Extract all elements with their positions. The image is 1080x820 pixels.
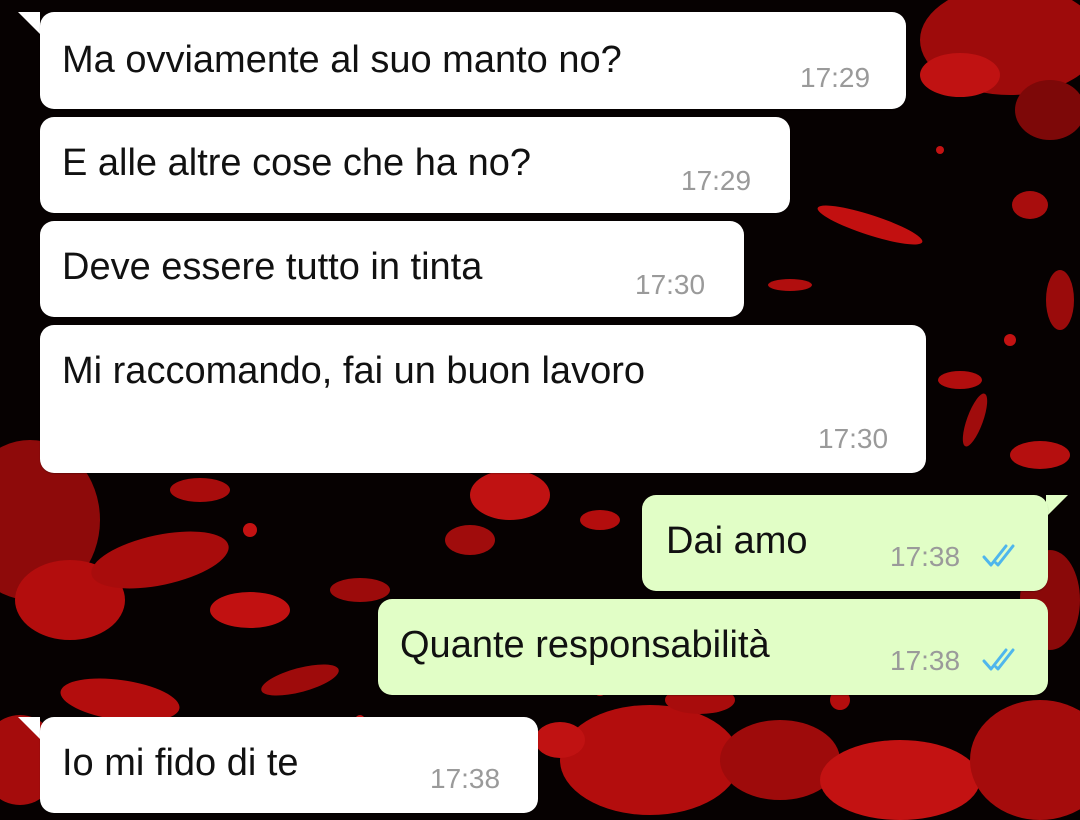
message-text: Ma ovviamente al suo manto no? (62, 39, 622, 81)
bubble-tail (1046, 495, 1068, 517)
outgoing-message[interactable]: Quante responsabilità 17:38 (378, 599, 1048, 695)
double-check-icon (982, 544, 1015, 567)
message-timestamp: 17:38 (890, 645, 961, 676)
message-text: Io mi fido di te (62, 742, 299, 784)
incoming-message[interactable]: Io mi fido di te 17:38 (40, 717, 538, 813)
message-timestamp: 17:38 (890, 541, 961, 572)
bubble-tail (18, 12, 40, 34)
bubble-tail (18, 717, 40, 739)
message-timestamp: 17:29 (681, 165, 752, 196)
outgoing-message[interactable]: Dai amo 17:38 (642, 495, 1048, 591)
chat-view: Ma ovviamente al suo manto no? 17:29 E a… (0, 0, 1080, 820)
incoming-message[interactable]: Deve essere tutto in tinta 17:30 (40, 221, 744, 317)
message-text: Quante responsabilità (400, 624, 770, 666)
message-text: Deve essere tutto in tinta (62, 246, 483, 288)
message-timestamp: 17:30 (635, 269, 706, 300)
incoming-message[interactable]: E alle altre cose che ha no? 17:29 (40, 117, 790, 213)
message-timestamp: 17:30 (818, 423, 889, 454)
message-text: Mi raccomando, fai un buon lavoro (62, 350, 645, 392)
incoming-message[interactable]: Mi raccomando, fai un buon lavoro 17:30 (40, 325, 926, 473)
message-timestamp: 17:38 (430, 763, 501, 794)
message-text: E alle altre cose che ha no? (62, 142, 531, 184)
double-check-icon (982, 648, 1015, 671)
message-text: Dai amo (666, 520, 808, 562)
message-timestamp: 17:29 (800, 62, 871, 93)
incoming-message[interactable]: Ma ovviamente al suo manto no? 17:29 (40, 12, 906, 109)
